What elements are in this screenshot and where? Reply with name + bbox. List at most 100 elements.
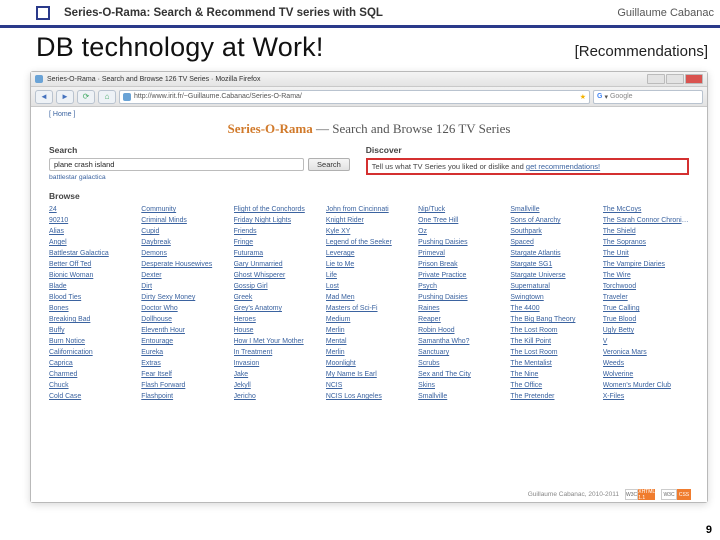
series-link[interactable]: The Lost Room (510, 348, 596, 358)
series-link[interactable]: Smallville (418, 392, 504, 402)
series-link[interactable]: Dirty Sexy Money (141, 293, 227, 303)
reload-button[interactable]: ⟳ (77, 90, 95, 104)
series-link[interactable]: Mad Men (326, 293, 412, 303)
series-link[interactable]: Life (326, 271, 412, 281)
series-link[interactable]: Merlin (326, 326, 412, 336)
series-link[interactable]: Flight of the Conchords (234, 205, 320, 215)
series-link[interactable]: Cupid (141, 227, 227, 237)
series-link[interactable]: Daybreak (141, 238, 227, 248)
series-link[interactable]: Futurama (234, 249, 320, 259)
series-link[interactable]: Demons (141, 249, 227, 259)
series-link[interactable]: Chuck (49, 381, 135, 391)
series-link[interactable]: One Tree Hill (418, 216, 504, 226)
series-link[interactable]: Gary Unmarried (234, 260, 320, 270)
series-link[interactable]: Kyle XY (326, 227, 412, 237)
series-link[interactable]: The McCoys (603, 205, 689, 215)
search-input[interactable]: plane crash island (49, 158, 304, 171)
series-link[interactable]: NCIS (326, 381, 412, 391)
series-link[interactable]: Merlin (326, 348, 412, 358)
series-link[interactable]: Fringe (234, 238, 320, 248)
series-link[interactable]: Traveler (603, 293, 689, 303)
address-bar[interactable]: http://www.irit.fr/~Guillaume.Cabanac/Se… (119, 90, 590, 104)
series-link[interactable]: Angel (49, 238, 135, 248)
series-link[interactable]: Entourage (141, 337, 227, 347)
star-icon[interactable]: ★ (580, 93, 586, 101)
w3c-xhtml-badge[interactable]: W3CXHTML 1.1 (625, 489, 655, 500)
series-link[interactable]: Jake (234, 370, 320, 380)
series-link[interactable]: The Unit (603, 249, 689, 259)
series-link[interactable]: Prison Break (418, 260, 504, 270)
series-link[interactable]: V (603, 337, 689, 347)
series-link[interactable]: Stargate SG1 (510, 260, 596, 270)
back-button[interactable]: ◄ (35, 90, 53, 104)
series-link[interactable]: NCIS Los Angeles (326, 392, 412, 402)
series-link[interactable]: Spaced (510, 238, 596, 248)
series-link[interactable]: Reaper (418, 315, 504, 325)
series-link[interactable]: Sons of Anarchy (510, 216, 596, 226)
series-link[interactable]: Medium (326, 315, 412, 325)
series-link[interactable]: Southpark (510, 227, 596, 237)
series-link[interactable]: Bionic Woman (49, 271, 135, 281)
series-link[interactable]: Supernatural (510, 282, 596, 292)
search-button[interactable]: Search (308, 158, 350, 171)
series-link[interactable]: Smallville (510, 205, 596, 215)
series-link[interactable]: The Mentalist (510, 359, 596, 369)
series-link[interactable]: Torchwood (603, 282, 689, 292)
series-link[interactable]: Wolverine (603, 370, 689, 380)
series-link[interactable]: Sex and The City (418, 370, 504, 380)
series-link[interactable]: Doctor Who (141, 304, 227, 314)
series-link[interactable]: Jericho (234, 392, 320, 402)
series-link[interactable]: Legend of the Seeker (326, 238, 412, 248)
series-link[interactable]: Dollhouse (141, 315, 227, 325)
series-link[interactable]: The Shield (603, 227, 689, 237)
series-link[interactable]: Heroes (234, 315, 320, 325)
series-link[interactable]: Moonlight (326, 359, 412, 369)
series-link[interactable]: Psych (418, 282, 504, 292)
series-link[interactable]: Dirt (141, 282, 227, 292)
series-link[interactable]: Veronica Mars (603, 348, 689, 358)
series-link[interactable]: Leverage (326, 249, 412, 259)
series-link[interactable]: Lie to Me (326, 260, 412, 270)
series-link[interactable]: Flashpoint (141, 392, 227, 402)
series-link[interactable]: Swingtown (510, 293, 596, 303)
series-link[interactable]: The Kill Point (510, 337, 596, 347)
series-link[interactable]: Skins (418, 381, 504, 391)
close-button[interactable] (685, 74, 703, 84)
series-link[interactable]: Jekyll (234, 381, 320, 391)
series-link[interactable]: The Wire (603, 271, 689, 281)
series-link[interactable]: Mental (326, 337, 412, 347)
series-link[interactable]: Charmed (49, 370, 135, 380)
series-link[interactable]: John from Cincinnati (326, 205, 412, 215)
series-link[interactable]: Pushing Daisies (418, 238, 504, 248)
series-link[interactable]: The Sopranos (603, 238, 689, 248)
series-link[interactable]: Raines (418, 304, 504, 314)
series-link[interactable]: Breaking Bad (49, 315, 135, 325)
series-link[interactable]: Californication (49, 348, 135, 358)
series-link[interactable]: Ghost Whisperer (234, 271, 320, 281)
series-link[interactable]: True Blood (603, 315, 689, 325)
series-link[interactable]: Weeds (603, 359, 689, 369)
w3c-css-badge[interactable]: W3CCSS (661, 489, 691, 500)
page-nav-home[interactable]: [ Home ] (49, 111, 689, 118)
series-link[interactable]: Fear Itself (141, 370, 227, 380)
series-link[interactable]: The Sarah Connor Chronicles (603, 216, 689, 226)
series-link[interactable]: Grey's Anatomy (234, 304, 320, 314)
series-link[interactable]: Robin Hood (418, 326, 504, 336)
series-link[interactable]: Friends (234, 227, 320, 237)
series-link[interactable]: Eureka (141, 348, 227, 358)
search-suggestion[interactable]: battlestar galactica (49, 174, 350, 181)
series-link[interactable]: Masters of Sci-Fi (326, 304, 412, 314)
series-link[interactable]: Buffy (49, 326, 135, 336)
series-link[interactable]: Flash Forward (141, 381, 227, 391)
series-link[interactable]: True Calling (603, 304, 689, 314)
series-link[interactable]: The Big Bang Theory (510, 315, 596, 325)
series-link[interactable]: Bones (49, 304, 135, 314)
series-link[interactable]: Eleventh Hour (141, 326, 227, 336)
series-link[interactable]: Invasion (234, 359, 320, 369)
series-link[interactable]: The Nine (510, 370, 596, 380)
series-link[interactable]: Desperate Housewives (141, 260, 227, 270)
series-link[interactable]: The Vampire Diaries (603, 260, 689, 270)
series-link[interactable]: Scrubs (418, 359, 504, 369)
minimize-button[interactable] (647, 74, 665, 84)
browser-search[interactable]: G ▾ Google (593, 90, 703, 104)
